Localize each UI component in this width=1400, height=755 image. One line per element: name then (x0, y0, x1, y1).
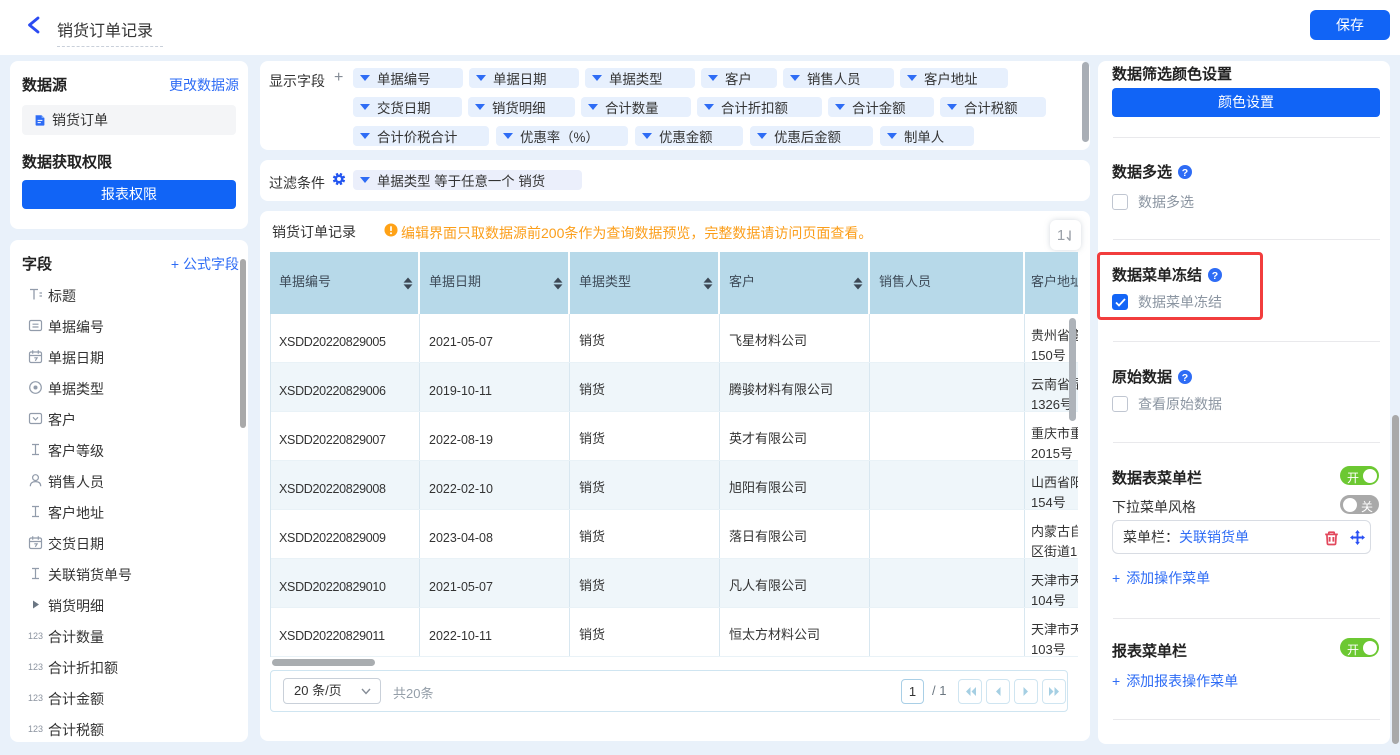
svg-text:?: ? (1182, 371, 1188, 383)
svg-text:?: ? (1212, 269, 1218, 281)
svg-text:?: ? (1182, 166, 1188, 178)
